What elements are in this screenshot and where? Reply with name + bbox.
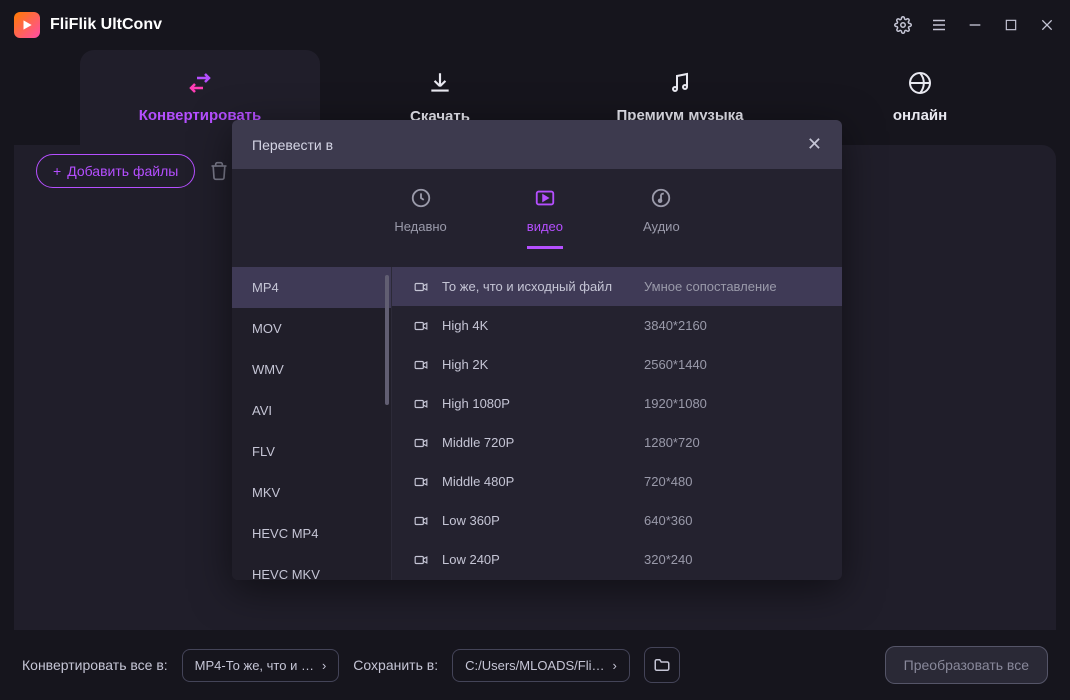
quality-resolution: Умное сопоставление	[644, 279, 777, 294]
modal-header: Перевести в ✕	[232, 120, 842, 169]
video-icon	[412, 514, 430, 528]
open-folder-button[interactable]	[644, 647, 680, 683]
format-select[interactable]: MP4-То же, что и … ›	[182, 649, 340, 682]
quality-row[interactable]: High 2K 2560*1440	[392, 345, 842, 384]
plus-icon: +	[53, 163, 61, 179]
path-select-value: C:/Users/MLOADS/Fli…	[465, 658, 604, 673]
add-files-button[interactable]: + Добавить файлы	[36, 154, 195, 188]
format-item[interactable]: FLV	[232, 431, 391, 472]
quality-resolution: 1920*1080	[644, 396, 707, 411]
modal-close-icon[interactable]: ✕	[807, 134, 822, 155]
quality-label: High 4K	[442, 318, 632, 333]
format-item[interactable]: MP4	[232, 267, 391, 308]
quality-resolution: 640*360	[644, 513, 692, 528]
modal-tabs: Недавно видео Аудио	[232, 169, 842, 267]
format-select-value: MP4-То же, что и …	[195, 658, 314, 673]
modal-tab-audio[interactable]: Аудио	[643, 187, 680, 249]
quality-label: High 1080P	[442, 396, 632, 411]
titlebar: FliFlik UltConv	[0, 0, 1070, 50]
quality-label: Middle 480P	[442, 474, 632, 489]
modal-body: MP4MOVWMVAVIFLVMKVHEVC MP4HEVC MKV То же…	[232, 267, 842, 580]
quality-resolution: 2560*1440	[644, 357, 707, 372]
quality-label: Middle 720P	[442, 435, 632, 450]
close-icon[interactable]	[1038, 16, 1056, 34]
video-icon	[412, 553, 430, 567]
app-logo	[14, 12, 40, 38]
video-icon	[412, 397, 430, 411]
modal-title: Перевести в	[252, 137, 333, 153]
quality-row[interactable]: Low 240P 320*240	[392, 540, 842, 579]
quality-row[interactable]: То же, что и исходный файл Умное сопостав…	[392, 267, 842, 306]
quality-row[interactable]: High 1080P 1920*1080	[392, 384, 842, 423]
video-icon	[412, 475, 430, 489]
trash-icon[interactable]	[209, 161, 229, 181]
modal-tab-video[interactable]: видео	[527, 187, 563, 249]
tab-online-label: онлайн	[893, 107, 947, 124]
gear-icon[interactable]	[894, 16, 912, 34]
quality-resolution: 1280*720	[644, 435, 700, 450]
convert-all-label: Конвертировать все в:	[22, 657, 168, 673]
video-icon	[412, 319, 430, 333]
quality-row[interactable]: Middle 480P 720*480	[392, 462, 842, 501]
convert-all-button[interactable]: Преобразовать все	[885, 646, 1048, 684]
format-list[interactable]: MP4MOVWMVAVIFLVMKVHEVC MP4HEVC MKV	[232, 267, 392, 580]
quality-label: То же, что и исходный файл	[442, 279, 632, 294]
format-item[interactable]: HEVC MKV	[232, 554, 391, 580]
quality-resolution: 720*480	[644, 474, 692, 489]
scrollbar[interactable]	[385, 275, 389, 495]
format-item[interactable]: HEVC MP4	[232, 513, 391, 554]
footer: Конвертировать все в: MP4-То же, что и ……	[0, 630, 1070, 700]
convert-to-modal: Перевести в ✕ Недавно видео Аудио MP4MOV…	[232, 120, 842, 580]
format-item[interactable]: AVI	[232, 390, 391, 431]
save-to-label: Сохранить в:	[353, 657, 438, 673]
minimize-icon[interactable]	[966, 16, 984, 34]
quality-row[interactable]: High 4K 3840*2160	[392, 306, 842, 345]
app-title: FliFlik UltConv	[50, 16, 162, 34]
quality-label: High 2K	[442, 357, 632, 372]
tab-underline	[527, 246, 563, 249]
format-item[interactable]: WMV	[232, 349, 391, 390]
quality-list[interactable]: То же, что и исходный файл Умное сопостав…	[392, 267, 842, 580]
video-icon	[412, 436, 430, 450]
modal-tab-recent-label: Недавно	[394, 219, 446, 234]
quality-label: Low 360P	[442, 513, 632, 528]
chevron-right-icon: ›	[322, 658, 326, 673]
menu-icon[interactable]	[930, 16, 948, 34]
modal-tab-recent[interactable]: Недавно	[394, 187, 446, 249]
quality-row[interactable]: Low 360P 640*360	[392, 501, 842, 540]
path-select[interactable]: C:/Users/MLOADS/Fli… ›	[452, 649, 630, 682]
quality-label: Low 240P	[442, 552, 632, 567]
format-item[interactable]: MOV	[232, 308, 391, 349]
video-icon	[412, 280, 430, 294]
video-icon	[412, 358, 430, 372]
modal-tab-video-label: видео	[527, 219, 563, 234]
quality-resolution: 3840*2160	[644, 318, 707, 333]
chevron-right-icon: ›	[613, 658, 617, 673]
quality-resolution: 320*240	[644, 552, 692, 567]
modal-tab-audio-label: Аудио	[643, 219, 680, 234]
quality-row[interactable]: Middle 720P 1280*720	[392, 423, 842, 462]
format-item[interactable]: MKV	[232, 472, 391, 513]
add-files-label: Добавить файлы	[67, 163, 178, 179]
maximize-icon[interactable]	[1002, 16, 1020, 34]
